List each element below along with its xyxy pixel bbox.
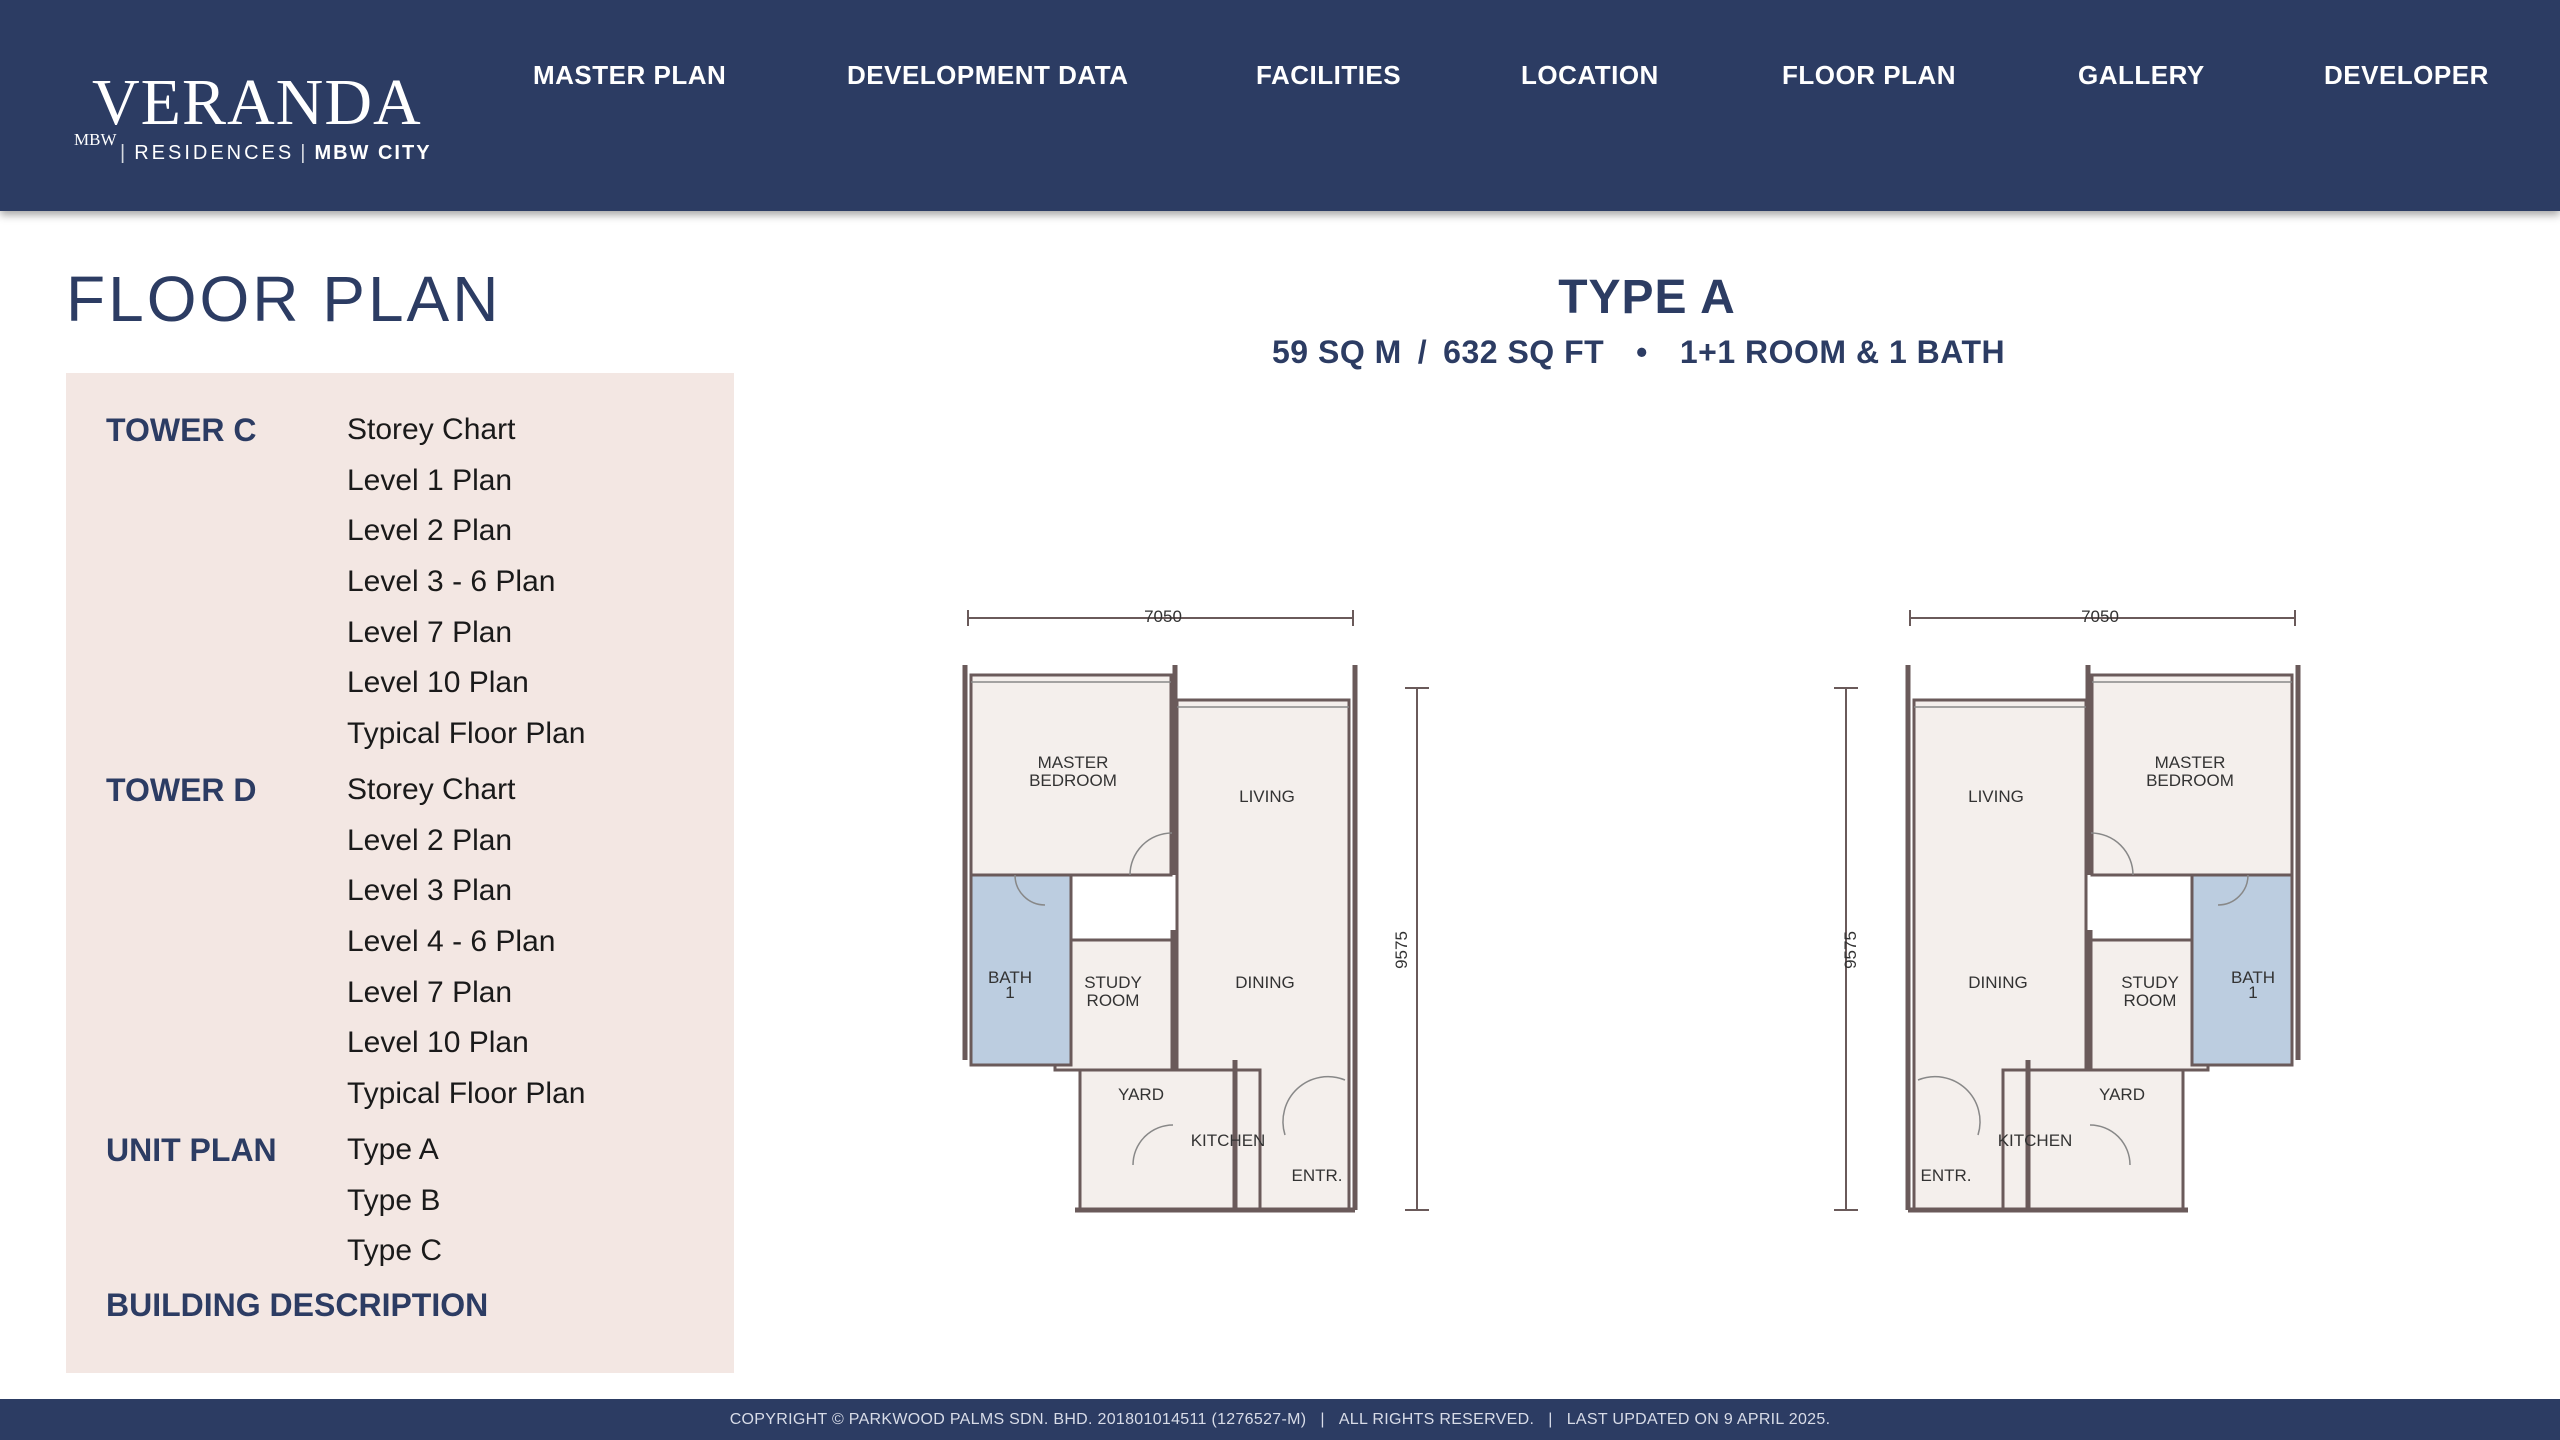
- floor-plan-right-drawing: 7050 9575 MASTER BEDROOM LIVING DINING S…: [1834, 607, 2301, 1213]
- plan-left-width-label: 7050: [1144, 607, 1182, 626]
- plan-right-width-label: 7050: [2081, 607, 2119, 626]
- plan-left-master-2: BEDROOM: [1029, 771, 1117, 790]
- nav-floor-plan[interactable]: FLOOR PLAN: [1782, 60, 1956, 91]
- footer-separator: |: [1548, 1411, 1553, 1428]
- logo-wordmark: VERANDA: [92, 66, 422, 139]
- link-tower-c-level-2[interactable]: Level 2 Plan: [347, 513, 585, 564]
- floor-plan-left-drawing: 7050 9575 MASTER BEDROOM LIVING DINING S…: [962, 607, 1429, 1213]
- plan-left-yard: YARD: [1118, 1085, 1164, 1104]
- plan-right-depth-label: 9575: [1841, 931, 1860, 969]
- unit-plan-links: Type A Type B Type C: [347, 1132, 442, 1284]
- nav-development-data[interactable]: DEVELOPMENT DATA: [847, 60, 1128, 91]
- unit-slash: /: [1417, 334, 1428, 370]
- site-header: VERANDA MBW | RESIDENCES | MBW CITY MASTER …: [0, 0, 2560, 211]
- plan-left-bath-2: 1: [1005, 983, 1014, 1002]
- plan-right-dining: DINING: [1968, 973, 2028, 992]
- tower-c-links: Storey Chart Level 1 Plan Level 2 Plan L…: [347, 412, 585, 767]
- plan-right-yard: YARD: [2099, 1085, 2145, 1104]
- footer-copyright: COPYRIGHT © PARKWOOD PALMS SDN. BHD. 201…: [729, 1411, 1307, 1428]
- link-tower-d-level-2[interactable]: Level 2 Plan: [347, 823, 585, 874]
- plan-left-master-1: MASTER: [1038, 753, 1109, 772]
- link-tower-d-level-3[interactable]: Level 3 Plan: [347, 873, 585, 924]
- plan-right-kitchen: KITCHEN: [1998, 1131, 2073, 1150]
- nav-facilities[interactable]: FACILITIES: [1256, 60, 1401, 91]
- link-tower-c-level-3-6[interactable]: Level 3 - 6 Plan: [347, 564, 585, 615]
- plan-right-master-2: BEDROOM: [2146, 771, 2234, 790]
- group-title-tower-c[interactable]: TOWER C: [106, 412, 257, 449]
- link-type-c[interactable]: Type C: [347, 1233, 442, 1284]
- link-tower-d-level-7[interactable]: Level 7 Plan: [347, 975, 585, 1026]
- floor-plan-menu: TOWER C Storey Chart Level 1 Plan Level …: [66, 373, 734, 1373]
- nav-gallery[interactable]: GALLERY: [2078, 60, 2205, 91]
- link-tower-d-typical[interactable]: Typical Floor Plan: [347, 1076, 585, 1127]
- tower-d-links: Storey Chart Level 2 Plan Level 3 Plan L…: [347, 772, 585, 1127]
- plan-left-dining: DINING: [1235, 973, 1295, 992]
- link-tower-d-level-4-6[interactable]: Level 4 - 6 Plan: [347, 924, 585, 975]
- unit-specs: 59 SQ M / 632 SQ FT • 1+1 ROOM & 1 BATH: [1272, 334, 2005, 371]
- logo-subtitle: | RESIDENCES | MBW CITY: [120, 142, 432, 164]
- floor-plan-right: 7050 9575 MASTER BEDROOM LIVING DINING S…: [1828, 590, 2308, 1230]
- plan-left-study-2: ROOM: [1087, 991, 1140, 1010]
- plan-right-entr: ENTR.: [1921, 1166, 1972, 1185]
- plan-left-kitchen: KITCHEN: [1191, 1131, 1266, 1150]
- footer-separator: |: [1320, 1411, 1325, 1428]
- site-footer: COPYRIGHT © PARKWOOD PALMS SDN. BHD. 201…: [0, 1399, 2560, 1440]
- plan-right-living: LIVING: [1968, 787, 2024, 806]
- nav-developer[interactable]: DEVELOPER: [2324, 60, 2489, 91]
- group-title-unit-plan[interactable]: UNIT PLAN: [106, 1132, 277, 1169]
- nav-master-plan[interactable]: MASTER PLAN: [533, 60, 726, 91]
- unit-bullet: •: [1636, 334, 1648, 370]
- plan-right-study-2: ROOM: [2124, 991, 2177, 1010]
- link-type-b[interactable]: Type B: [347, 1183, 442, 1234]
- plan-left-living: LIVING: [1239, 787, 1295, 806]
- plan-left-entr: ENTR.: [1292, 1166, 1343, 1185]
- unit-type-title: TYPE A: [1558, 271, 1736, 324]
- unit-sqm: 59 SQ M: [1272, 334, 1402, 370]
- link-tower-c-storey-chart[interactable]: Storey Chart: [347, 412, 585, 463]
- nav-location[interactable]: LOCATION: [1521, 60, 1659, 91]
- link-tower-d-level-10[interactable]: Level 10 Plan: [347, 1025, 585, 1076]
- link-tower-c-typical[interactable]: Typical Floor Plan: [347, 716, 585, 767]
- group-title-building-description[interactable]: BUILDING DESCRIPTION: [106, 1287, 488, 1324]
- logo-monogram: MBW: [74, 130, 117, 149]
- veranda-logo[interactable]: VERANDA MBW | RESIDENCES | MBW CITY: [72, 70, 432, 180]
- unit-rooms: 1+1 ROOM & 1 BATH: [1679, 334, 2006, 370]
- link-tower-c-level-10[interactable]: Level 10 Plan: [347, 665, 585, 716]
- link-tower-d-storey-chart[interactable]: Storey Chart: [347, 772, 585, 823]
- plan-right-master-1: MASTER: [2155, 753, 2226, 772]
- link-type-a[interactable]: Type A: [347, 1132, 442, 1183]
- link-tower-c-level-1[interactable]: Level 1 Plan: [347, 463, 585, 514]
- logo-city: MBW CITY: [314, 142, 432, 164]
- group-title-tower-d[interactable]: TOWER D: [106, 772, 257, 809]
- footer-updated: LAST UPDATED ON 9 APRIL 2025.: [1566, 1411, 1831, 1428]
- plan-left-depth-label: 9575: [1392, 931, 1411, 969]
- unit-sqft: 632 SQ FT: [1443, 334, 1605, 370]
- link-tower-c-level-7[interactable]: Level 7 Plan: [347, 615, 585, 666]
- logo-residences: RESIDENCES: [134, 142, 295, 164]
- plan-right-bath-2: 1: [2248, 983, 2257, 1002]
- floor-plan-left: 7050 9575 MASTER BEDROOM LIVING DINING S…: [955, 590, 1435, 1230]
- footer-rights: ALL RIGHTS RESERVED.: [1338, 1411, 1535, 1428]
- plan-right-study-1: STUDY: [2121, 973, 2179, 992]
- plan-left-study-1: STUDY: [1084, 973, 1142, 992]
